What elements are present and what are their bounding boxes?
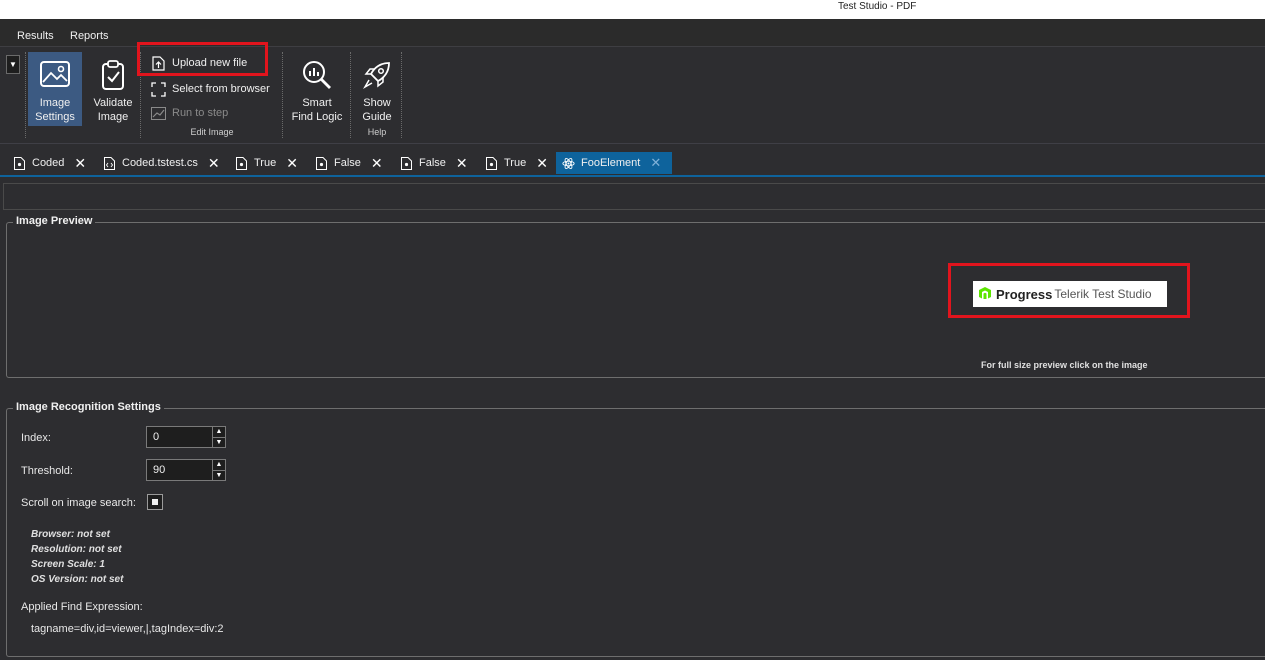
tab-coded-tstest-cs[interactable]: Coded.tstest.cs ✕: [93, 152, 220, 174]
os-version-info: OS Version: not set: [31, 574, 124, 585]
select-from-browser-button[interactable]: Select from browser: [150, 80, 270, 98]
element-editor: Image Preview Progress Telerik Test Stud…: [0, 175, 1265, 660]
document-tabs: Coded ✕ Coded.tstest.cs ✕ True ✕ False ✕…: [0, 150, 1265, 175]
image-settings-line1: Image: [39, 97, 71, 109]
progress-logo-icon: [978, 286, 992, 303]
code-file-icon: [103, 156, 116, 170]
validate-image-line1: Validate: [93, 97, 133, 109]
ribbon-dropdown[interactable]: ▼: [6, 55, 20, 74]
stepper-down-icon[interactable]: ▼: [213, 471, 225, 481]
tab-fooelement[interactable]: FooElement ✕: [556, 152, 672, 174]
tab-true-1[interactable]: True ✕: [225, 152, 298, 174]
find-expression-label: Applied Find Expression:: [21, 601, 143, 613]
preview-brand-name: Progress: [996, 286, 1053, 302]
menu-results[interactable]: Results: [17, 30, 54, 42]
index-label: Index:: [21, 432, 51, 444]
rocket-icon: [360, 58, 394, 92]
index-value[interactable]: 0: [147, 427, 212, 447]
title-bar: Test Studio - PDF: [0, 0, 1265, 19]
magnifier-chart-icon: [300, 58, 334, 92]
file-icon: [400, 156, 413, 170]
file-icon: [315, 156, 328, 170]
window-title: Test Studio - PDF: [838, 1, 917, 12]
image-icon: [38, 58, 72, 92]
atom-icon: [562, 156, 575, 170]
tab-label: True: [504, 157, 527, 169]
menu-bar: Results Reports: [0, 19, 1265, 47]
stepper-down-icon[interactable]: ▼: [213, 438, 225, 448]
tab-label: True: [254, 157, 277, 169]
threshold-value[interactable]: 90: [147, 460, 212, 480]
show-guide-line1: Show: [363, 97, 391, 109]
file-icon: [485, 156, 498, 170]
index-stepper[interactable]: 0 ▲ ▼: [146, 426, 226, 448]
upload-new-file-button[interactable]: Upload new file: [150, 54, 247, 72]
upload-new-file-label: Upload new file: [172, 57, 248, 69]
validate-image-line2: Image: [97, 111, 129, 123]
image-recognition-legend: Image Recognition Settings: [13, 401, 164, 413]
show-guide-line2: Guide: [362, 111, 392, 123]
stepper-up-icon[interactable]: ▲: [213, 460, 225, 471]
close-icon[interactable]: ✕: [286, 156, 298, 170]
close-icon[interactable]: ✕: [650, 156, 661, 170]
run-to-step-button[interactable]: Run to step: [150, 104, 228, 122]
tab-false-2[interactable]: False ✕: [390, 152, 468, 174]
smart-find-logic-line2: Find Logic: [291, 111, 343, 123]
find-expression-value: tagname=div,id=viewer,|,tagIndex=div:2: [31, 623, 224, 635]
ribbon-separator: [350, 52, 351, 138]
close-icon[interactable]: ✕: [74, 156, 86, 170]
preview-hint: For full size preview click on the image: [981, 360, 1148, 370]
checkbox-mark: [152, 499, 158, 505]
tab-label: Coded: [32, 157, 65, 169]
close-icon[interactable]: ✕: [371, 156, 383, 170]
preview-brand-rest: Telerik Test Studio: [1054, 287, 1152, 301]
image-preview-legend: Image Preview: [13, 215, 96, 227]
tab-false-1[interactable]: False ✕: [305, 152, 383, 174]
tab-label: FooElement: [581, 157, 641, 169]
run-to-step-label: Run to step: [172, 107, 229, 119]
ribbon-separator: [282, 52, 283, 138]
threshold-label: Threshold:: [21, 465, 73, 477]
file-icon: [235, 156, 248, 170]
image-settings-button[interactable]: Image Settings: [28, 52, 82, 126]
ribbon-separator: [25, 52, 26, 138]
tab-label: False: [334, 157, 361, 169]
threshold-stepper[interactable]: 90 ▲ ▼: [146, 459, 226, 481]
validate-image-button[interactable]: Validate Image: [88, 52, 138, 126]
menu-reports[interactable]: Reports: [70, 30, 109, 42]
screen-scale-info: Screen Scale: 1: [31, 559, 105, 570]
tab-true-2[interactable]: True ✕: [475, 152, 548, 174]
smart-find-logic-button[interactable]: Smart Find Logic: [288, 52, 346, 126]
close-icon[interactable]: ✕: [536, 156, 548, 170]
editor-toolbar: [3, 183, 1265, 210]
ribbon-separator: [140, 52, 141, 138]
stepper-up-icon[interactable]: ▲: [213, 427, 225, 438]
file-icon: [13, 156, 26, 170]
file-upload-icon: [150, 55, 166, 71]
scroll-on-image-search-checkbox[interactable]: [147, 494, 163, 510]
close-icon[interactable]: ✕: [456, 156, 468, 170]
tab-coded[interactable]: Coded ✕: [3, 152, 86, 174]
preview-image[interactable]: Progress Telerik Test Studio: [973, 281, 1167, 307]
image-settings-line2: Settings: [35, 111, 75, 123]
browser-info: Browser: not set: [31, 529, 110, 540]
select-region-icon: [150, 81, 166, 97]
edit-image-group-label: Edit Image: [190, 127, 234, 137]
tab-label: Coded.tstest.cs: [122, 157, 198, 169]
select-from-browser-label: Select from browser: [172, 83, 270, 95]
chart-line-icon: [150, 105, 166, 121]
smart-find-logic-line1: Smart: [302, 97, 332, 109]
scroll-on-image-search-label: Scroll on image search:: [21, 497, 136, 509]
tab-label: False: [419, 157, 446, 169]
ribbon-separator: [401, 52, 402, 138]
ribbon: ▼ Image Settings Validate Image Upload n…: [0, 42, 1265, 144]
help-group-label: Help: [367, 127, 387, 137]
clipboard-check-icon: [96, 58, 130, 92]
close-icon[interactable]: ✕: [208, 156, 220, 170]
resolution-info: Resolution: not set: [31, 544, 122, 555]
show-guide-button[interactable]: Show Guide: [354, 52, 400, 126]
